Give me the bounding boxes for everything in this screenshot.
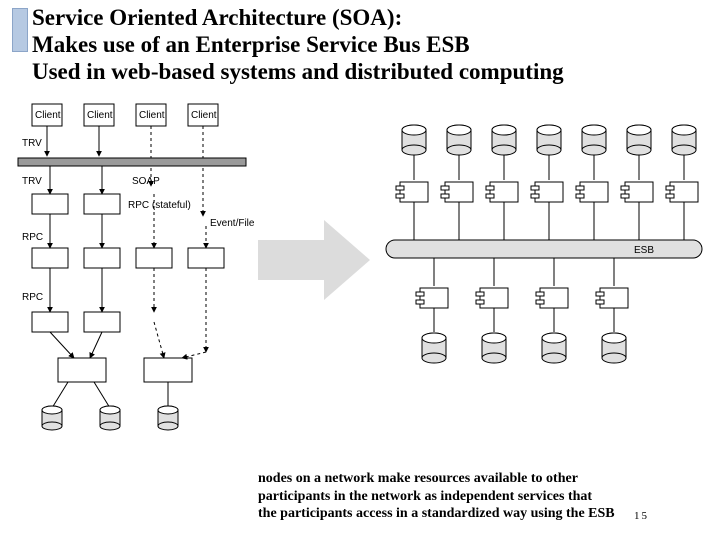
svg-text:RPC: RPC <box>22 232 43 243</box>
svg-text:Client: Client <box>191 110 217 121</box>
svg-text:TRV: TRV <box>22 176 42 187</box>
client-boxes: Client Client Client Client <box>32 104 218 126</box>
slide-title: Service Oriented Architecture (SOA): Mak… <box>32 4 692 85</box>
title-line-2: Makes use of an Enterprise Service Bus E… <box>32 31 692 58</box>
svg-text:Client: Client <box>35 110 61 121</box>
bottom-services <box>416 288 628 308</box>
svg-text:RPC (stateful): RPC (stateful) <box>128 200 191 211</box>
transition-arrow-icon <box>258 220 370 300</box>
top-services <box>396 182 698 202</box>
svg-text:Event/File: Event/File <box>210 218 255 229</box>
caption-line-1: nodes on a network make resources availa… <box>258 470 708 488</box>
svg-text:Client: Client <box>139 110 165 121</box>
slide: Service Oriented Architecture (SOA): Mak… <box>0 0 720 540</box>
title-line-1: Service Oriented Architecture (SOA): <box>32 4 692 31</box>
left-panel: Client Client Client Client TRV TRV SOAP… <box>18 104 255 430</box>
svg-text:Client: Client <box>87 110 113 121</box>
svg-text:ESB: ESB <box>634 245 654 256</box>
top-cylinders <box>402 125 696 155</box>
title-line-3: Used in web-based systems and distribute… <box>32 58 692 85</box>
bullet-marker <box>12 8 28 52</box>
esb-bus: ESB <box>386 240 702 258</box>
svg-text:SOAP: SOAP <box>132 176 160 187</box>
soa-diagram: Client Client Client Client TRV TRV SOAP… <box>14 100 708 460</box>
right-panel: ESB <box>386 125 702 363</box>
bottom-cylinders <box>422 333 626 363</box>
svg-text:TRV: TRV <box>22 138 42 149</box>
svg-text:RPC: RPC <box>22 292 43 303</box>
caption-line-2: participants in the network as independe… <box>258 488 708 506</box>
page-number: 15 <box>634 510 649 522</box>
